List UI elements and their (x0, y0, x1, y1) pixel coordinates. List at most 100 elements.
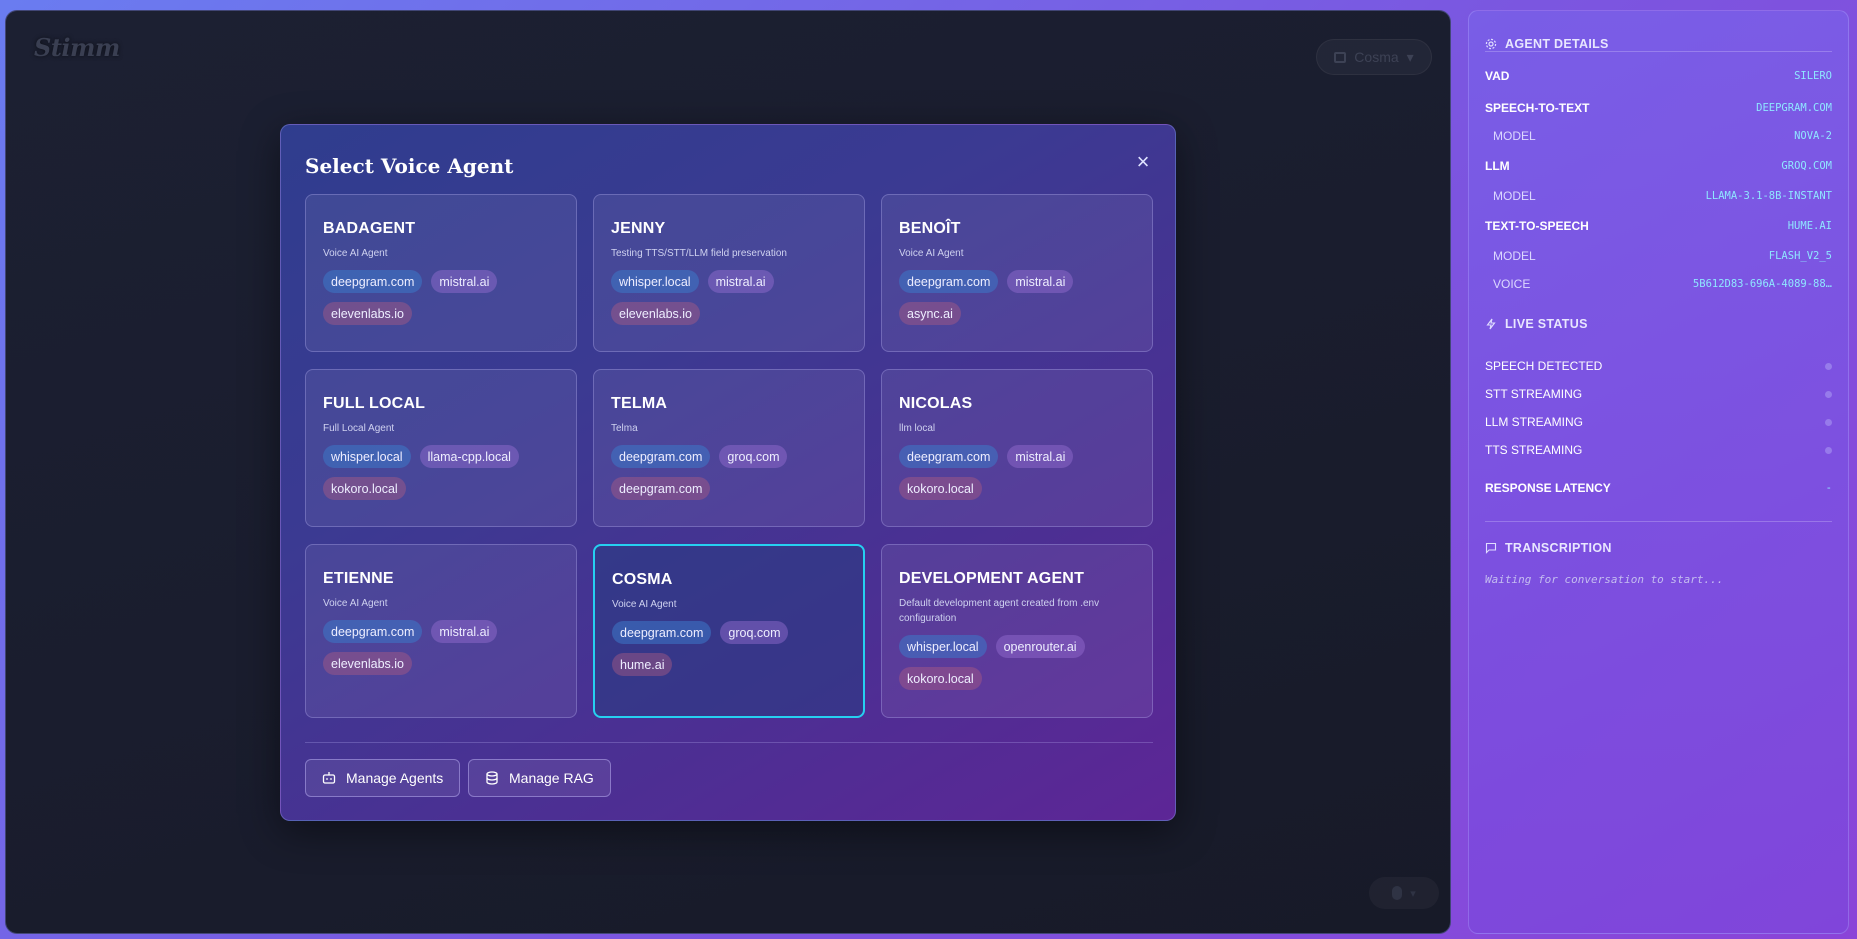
agent-description: Full Local Agent (323, 423, 395, 434)
agent-selector-chip[interactable]: Cosma ▾ (1316, 39, 1432, 75)
app-logo: Stimm (34, 33, 120, 62)
provider-tags: deepgram.com groq.com deepgram.com (611, 445, 847, 500)
stt-provider-tag: deepgram.com (899, 270, 999, 293)
tts-model-row: MODEL FLASH_V2_5 (1485, 249, 1832, 263)
agent-description: Telma (611, 423, 638, 434)
stt-provider-tag: deepgram.com (323, 620, 423, 643)
live-status-header: LIVE STATUS (1485, 317, 1588, 331)
response-latency-row: RESPONSE LATENCY - (1485, 481, 1832, 495)
transcription-placeholder: Waiting for conversation to start... (1485, 573, 1724, 586)
agent-card-telma[interactable]: TELMA Telma deepgram.com groq.com deepgram.c… (593, 369, 865, 527)
tts-provider-tag: async.ai (899, 302, 961, 325)
voice-label: VOICE (1493, 277, 1531, 291)
agent-card-nicolas[interactable]: NICOLAS llm local deepgram.com mistral.ai ko… (881, 369, 1153, 527)
tts-provider-tag: kokoro.local (899, 667, 982, 690)
activity-icon (1486, 318, 1496, 330)
provider-tags: deepgram.com groq.com hume.ai (612, 621, 846, 676)
llm-label: LLM (1485, 159, 1510, 173)
tts-model-value: FLASH_V2_5 (1768, 250, 1832, 262)
agent-card-full-local[interactable]: FULL LOCAL Full Local Agent whisper.local l… (305, 369, 577, 527)
tts-model-label: MODEL (1493, 249, 1536, 263)
llm-provider-tag: mistral.ai (1007, 445, 1074, 468)
provider-tags: whisper.local llama-cpp.local kokoro.local (323, 445, 559, 500)
microphone-icon (1392, 886, 1403, 900)
close-icon[interactable]: × (1133, 151, 1153, 173)
stt-row: SPEECH-TO-TEXT DEEPGRAM.COM (1485, 101, 1832, 115)
tts-provider-tag: kokoro.local (899, 477, 982, 500)
divider (1485, 521, 1832, 522)
chevron-down-icon: ▾ (1410, 887, 1416, 900)
agent-card-beno-t[interactable]: BENOÎT Voice AI Agent deepgram.com mistral.… (881, 194, 1153, 352)
agent-card-etienne[interactable]: ETIENNE Voice AI Agent deepgram.com mistral… (305, 544, 577, 718)
vad-label: VAD (1485, 69, 1510, 83)
agent-name: TELMA (611, 395, 668, 412)
stt-model-row: MODEL NOVA-2 (1485, 129, 1832, 143)
robot-icon (1334, 51, 1347, 63)
mic-button[interactable]: ▾ (1369, 877, 1439, 909)
stt-provider-tag: deepgram.com (323, 270, 423, 293)
llm-provider-tag: mistral.ai (431, 620, 498, 643)
llm-model-label: MODEL (1493, 189, 1536, 203)
agent-description: Testing TTS/STT/LLM field preservation (611, 248, 787, 259)
response-latency-value: - (1825, 482, 1832, 494)
agent-description: Voice AI Agent (323, 598, 388, 609)
status-dot (1825, 418, 1832, 426)
divider (1485, 51, 1832, 52)
provider-tags: whisper.local openrouter.ai kokoro.local (899, 635, 1135, 690)
tts-streaming-label: TTS STREAMING (1485, 443, 1583, 457)
llm-model-row: MODEL LLAMA-3.1-8B-INSTANT (1485, 189, 1832, 203)
vad-row: VAD SILERO (1485, 69, 1832, 83)
speech-detected-label: SPEECH DETECTED (1485, 359, 1603, 373)
stt-provider-tag: whisper.local (899, 635, 987, 658)
llm-streaming-label: LLM STREAMING (1485, 415, 1584, 429)
transcription-header: TRANSCRIPTION (1485, 541, 1612, 555)
speech-detected-row: SPEECH DETECTED (1485, 359, 1832, 373)
transcription-title: TRANSCRIPTION (1505, 541, 1612, 555)
stt-streaming-label: STT STREAMING (1485, 387, 1583, 401)
manage-agents-button[interactable]: Manage Agents (305, 759, 461, 797)
agent-description: Default development agent created from .… (899, 598, 1100, 624)
stt-provider-tag: deepgram.com (899, 445, 999, 468)
stt-provider-tag: deepgram.com (611, 445, 711, 468)
agent-details-title: AGENT DETAILS (1505, 37, 1609, 51)
agent-name: BADAGENT (323, 220, 416, 237)
robot-icon (322, 772, 336, 784)
stt-provider-tag: whisper.local (323, 445, 411, 468)
agent-name: COSMA (612, 571, 673, 588)
tts-streaming-row: TTS STREAMING (1485, 443, 1832, 457)
database-icon (486, 771, 498, 785)
agent-name: NICOLAS (899, 395, 973, 412)
vad-value: SILERO (1794, 70, 1832, 82)
stt-model-label: MODEL (1493, 129, 1536, 143)
modal-title: Select Voice Agent (305, 154, 514, 178)
provider-tags: deepgram.com mistral.ai async.ai (899, 270, 1135, 325)
llm-streaming-row: LLM STREAMING (1485, 415, 1832, 429)
tts-row: TEXT-TO-SPEECH HUME.AI (1485, 219, 1832, 233)
status-dot (1825, 390, 1832, 398)
tts-provider-tag: elevenlabs.io (323, 302, 412, 325)
stt-provider-tag: deepgram.com (612, 621, 712, 644)
voice-value: 5B612D83-696A-4089-88… (1692, 278, 1832, 290)
llm-provider-tag: openrouter.ai (995, 635, 1085, 658)
agent-card-development-agent[interactable]: DEVELOPMENT AGENT Default development age… (881, 544, 1153, 718)
gear-icon (1485, 38, 1497, 50)
agent-description: Voice AI Agent (323, 248, 388, 259)
response-latency-label: RESPONSE LATENCY (1485, 481, 1611, 495)
status-dot (1825, 362, 1832, 370)
agent-card-badagent[interactable]: BADAGENT Voice AI Agent deepgram.com mistra… (305, 194, 577, 352)
chevron-down-icon: ▾ (1406, 48, 1414, 65)
llm-provider-tag: groq.com (719, 445, 788, 468)
agent-card-jenny[interactable]: JENNY Testing TTS/STT/LLM field preservat… (593, 194, 865, 352)
agent-chip-label: Cosma (1354, 49, 1399, 65)
stt-label: SPEECH-TO-TEXT (1485, 101, 1590, 115)
manage-agents-label: Manage Agents (346, 770, 444, 786)
divider (305, 742, 1153, 743)
llm-row: LLM GROQ.COM (1485, 159, 1832, 173)
llm-value: GROQ.COM (1781, 160, 1832, 172)
agent-details-sidebar: AGENT DETAILS VAD SILERO SPEECH-TO-TEXT DE… (1468, 10, 1849, 934)
message-icon (1485, 542, 1497, 554)
llm-provider-tag: llama-cpp.local (419, 445, 519, 468)
manage-rag-button[interactable]: Manage RAG (468, 759, 611, 797)
agent-card-cosma[interactable]: COSMA Voice AI Agent deepgram.com groq.com h… (593, 544, 865, 718)
agent-name: JENNY (611, 220, 666, 237)
